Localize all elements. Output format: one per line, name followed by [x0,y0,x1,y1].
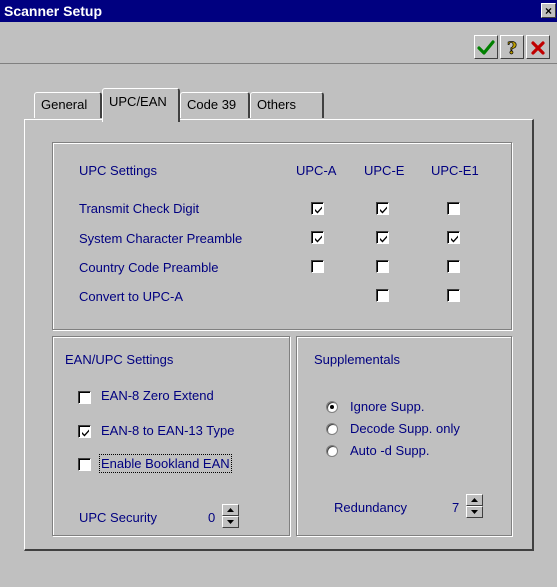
spinner-down-button[interactable] [466,506,483,518]
row-label-country-code-preamble: Country Code Preamble [79,260,219,275]
arrow-down-icon [471,510,478,514]
ean-8-zero-extend-label: EAN-8 Zero Extend [101,388,214,403]
auto-d-supp-label: Auto -d Supp. [350,443,430,458]
upc-security-value: 0 [208,510,216,525]
svg-text:?: ? [507,39,517,57]
arrow-up-icon [227,508,234,512]
tab-upc-ean[interactable]: UPC/EAN [102,88,180,122]
enable-bookland-ean-label: Enable Bookland EAN [99,454,232,473]
enable-bookland-ean-checkbox[interactable] [78,458,91,471]
window-title: Scanner Setup [4,3,103,19]
ignore-supp-label: Ignore Supp. [350,399,425,414]
tab-others[interactable]: Others [250,92,324,118]
tab-general[interactable]: General [34,92,102,118]
auto-d-supp-radio[interactable] [326,445,338,457]
row-label-system-character-preamble: System Character Preamble [79,231,243,246]
redundancy-spinner[interactable] [466,494,483,518]
supplementals-title: Supplementals [314,352,400,367]
close-icon: × [544,4,552,18]
tab-label: Code 39 [187,97,237,112]
arrow-up-icon [471,498,478,502]
checkbox-upc-e-row-1[interactable] [376,231,389,244]
checkbox-upc-a-row-2[interactable] [311,260,324,273]
question-icon: ? [507,39,518,60]
checkbox-upc-a-row-1[interactable] [311,231,324,244]
checkmark-icon [477,40,495,55]
tab-label: UPC/EAN [109,94,167,109]
column-header-upc-e: UPC-E [364,163,405,178]
x-icon [531,41,545,55]
column-header-upc-a: UPC-A [296,163,337,178]
spinner-down-button[interactable] [222,516,239,528]
title-bar: Scanner Setup × [0,0,557,22]
column-header-upc-e1: UPC-E1 [431,163,479,178]
tab-code-39[interactable]: Code 39 [180,92,250,118]
checkbox-upc-e1-row-2[interactable] [447,260,460,273]
ean-8-to-ean-13-checkbox[interactable] [78,425,91,438]
checkbox-upc-e1-row-1[interactable] [447,231,460,244]
row-label-transmit-check-digit: Transmit Check Digit [79,201,200,216]
row-label-convert-to-upc-a: Convert to UPC-A [79,289,184,304]
arrow-down-icon [227,520,234,524]
decode-supp-only-radio[interactable] [326,423,338,435]
close-button[interactable]: × [541,3,556,18]
ean-8-zero-extend-checkbox[interactable] [78,391,91,404]
ignore-supp-radio[interactable] [326,401,338,413]
tab-label: Others [257,97,297,112]
ean-8-to-ean-13-label: EAN-8 to EAN-13 Type [101,423,235,438]
tab-label: General [41,97,88,112]
decode-supp-only-label: Decode Supp. only [350,421,460,436]
upc-settings-title: UPC Settings [79,163,158,178]
spinner-up-button[interactable] [222,504,239,516]
toolbar: ? [0,22,557,64]
checkbox-upc-e-row-0[interactable] [376,202,389,215]
checkbox-upc-e-row-2[interactable] [376,260,389,273]
checkbox-upc-e1-row-3[interactable] [447,289,460,302]
checkbox-upc-e-row-3[interactable] [376,289,389,302]
redundancy-label: Redundancy [334,500,407,515]
radio-selected-dot [330,405,334,409]
redundancy-value: 7 [452,500,460,515]
help-button[interactable]: ? [500,35,524,59]
cancel-button[interactable] [526,35,550,59]
spinner-up-button[interactable] [466,494,483,506]
ok-button[interactable] [474,35,498,59]
ean-upc-settings-title: EAN/UPC Settings [65,352,174,367]
checkbox-upc-a-row-0[interactable] [311,202,324,215]
upc-security-spinner[interactable] [222,504,239,528]
checkbox-upc-e1-row-0[interactable] [447,202,460,215]
upc-security-label: UPC Security [79,510,158,525]
